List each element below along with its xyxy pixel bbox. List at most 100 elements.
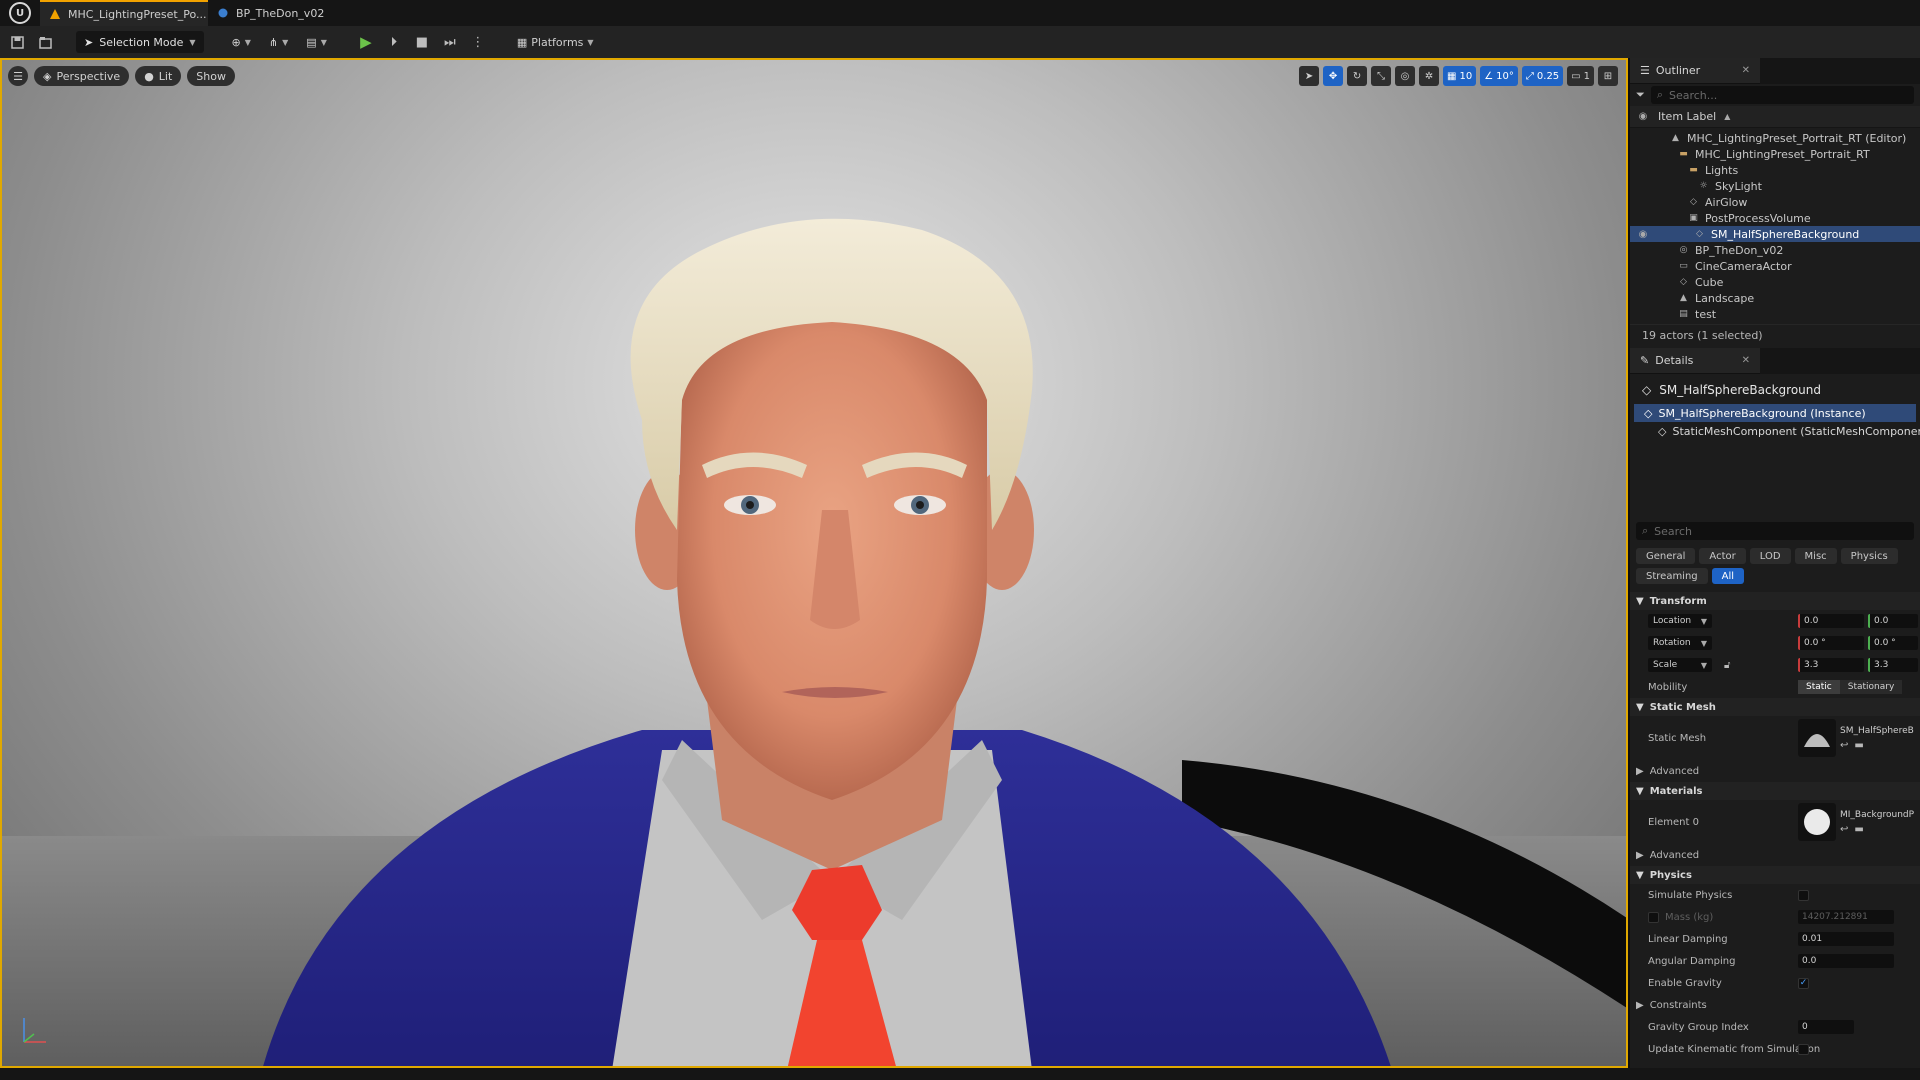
- mobility-static[interactable]: Static: [1798, 680, 1840, 694]
- gravity-group-field[interactable]: 0: [1798, 1020, 1854, 1034]
- angular-damping-field[interactable]: 0.0: [1798, 954, 1894, 968]
- list-item[interactable]: ▤ test: [1630, 306, 1920, 322]
- platforms-dropdown[interactable]: ▦ Platforms ▼: [511, 31, 600, 53]
- select-tool[interactable]: ➤: [1299, 66, 1320, 86]
- step-icon[interactable]: ⏵: [383, 31, 405, 53]
- camera-speed-button[interactable]: ▭ 1: [1567, 66, 1594, 86]
- scale-tool[interactable]: ⤡: [1371, 66, 1392, 86]
- surface-snap-toggle[interactable]: ✲: [1419, 66, 1440, 86]
- filter-icon[interactable]: ⏷: [1636, 88, 1645, 102]
- prop-constraints[interactable]: ▶ Constraints: [1630, 994, 1920, 1016]
- show-button[interactable]: Show: [187, 66, 235, 86]
- viewport-layout-button[interactable]: ⊞: [1598, 66, 1618, 86]
- selection-mode-dropdown[interactable]: ➤ Selection Mode ▼: [76, 31, 204, 53]
- static-mesh-thumbnail[interactable]: [1798, 719, 1836, 757]
- list-item[interactable]: ▬ MHC_LightingPreset_Portrait_RT: [1630, 146, 1920, 162]
- component-row-instance[interactable]: ◇ SM_HalfSphereBackground (Instance): [1634, 404, 1916, 422]
- eye-icon[interactable]: ◉: [1636, 229, 1650, 240]
- tab-lighting-preset[interactable]: MHC_LightingPreset_Po...: [40, 0, 208, 26]
- stop-icon[interactable]: ■: [411, 31, 433, 53]
- section-materials[interactable]: ▼ Materials: [1630, 782, 1920, 800]
- linear-damping-field[interactable]: 0.01: [1798, 932, 1894, 946]
- list-item[interactable]: ▭ CineCameraActor: [1630, 258, 1920, 274]
- prop-static-mesh-advanced[interactable]: ▶ Advanced: [1630, 760, 1920, 782]
- category-streaming[interactable]: Streaming: [1636, 568, 1708, 584]
- section-physics[interactable]: ▼ Physics: [1630, 866, 1920, 884]
- tab-bp-thedon[interactable]: BP_TheDon_v02: [208, 0, 348, 26]
- list-item[interactable]: ▲ Landscape: [1630, 290, 1920, 306]
- outliner-column-header[interactable]: ◉ Item Label ▲: [1630, 106, 1920, 128]
- mass-override-checkbox[interactable]: [1648, 911, 1659, 923]
- outliner-search-input[interactable]: ⌕ Search...: [1650, 86, 1914, 104]
- list-item[interactable]: ◎ BP_TheDon_v02: [1630, 242, 1920, 258]
- cinematics-dropdown[interactable]: ▤ ▼: [300, 31, 333, 53]
- scale-dropdown[interactable]: Scale ▼: [1648, 658, 1712, 672]
- browse-icon[interactable]: ↩: [1840, 824, 1848, 835]
- browse-icon[interactable]: ↩: [1840, 740, 1848, 751]
- rotation-dropdown[interactable]: Rotation ▼: [1648, 636, 1712, 650]
- content-browser-icon[interactable]: [34, 31, 56, 53]
- update-kinematic-checkbox[interactable]: [1798, 1043, 1809, 1055]
- chevron-down-icon: ▼: [1700, 616, 1707, 626]
- list-item[interactable]: ▣ PostProcessVolume: [1630, 210, 1920, 226]
- play-icon[interactable]: ▶: [355, 31, 377, 53]
- perspective-button[interactable]: ◈ Perspective: [34, 66, 130, 86]
- list-item[interactable]: ☼ SkyLight: [1630, 178, 1920, 194]
- rotation-snap-toggle[interactable]: ∠ 10°: [1480, 66, 1518, 86]
- rotation-y-field[interactable]: 0.0 °: [1868, 636, 1918, 650]
- scale-snap-icon: ⤢: [1525, 70, 1534, 82]
- world-local-toggle[interactable]: ◎: [1395, 66, 1416, 86]
- rotation-x-field[interactable]: 0.0 °: [1798, 636, 1864, 650]
- details-search-input[interactable]: ⌕ Search: [1636, 522, 1914, 540]
- material-thumbnail[interactable]: [1798, 803, 1836, 841]
- location-x-field[interactable]: 0.0: [1798, 614, 1864, 628]
- grid-snap-toggle[interactable]: ▦ 10: [1443, 66, 1477, 86]
- enable-gravity-checkbox[interactable]: ✓: [1798, 977, 1809, 989]
- prop-materials-advanced[interactable]: ▶ Advanced: [1630, 844, 1920, 866]
- category-general[interactable]: General: [1636, 548, 1696, 564]
- folder-icon[interactable]: ▬: [1854, 740, 1863, 751]
- simulate-physics-checkbox[interactable]: [1798, 889, 1809, 901]
- folder-icon[interactable]: ▬: [1854, 824, 1863, 835]
- list-item[interactable]: ▬ Lights: [1630, 162, 1920, 178]
- close-icon[interactable]: ✕: [1742, 355, 1750, 366]
- section-label: Physics: [1649, 869, 1692, 881]
- list-item[interactable]: ◇ AirGlow: [1630, 194, 1920, 210]
- rotate-tool[interactable]: ↻: [1347, 66, 1368, 86]
- mobility-stationary[interactable]: Stationary: [1839, 680, 1903, 694]
- list-item[interactable]: ◇ Cube: [1630, 274, 1920, 290]
- section-transform[interactable]: ▼ Transform: [1630, 592, 1920, 610]
- list-item[interactable]: ▲ MHC_LightingPreset_Portrait_RT (Editor): [1630, 130, 1920, 146]
- details-tab[interactable]: ✎ Details ✕: [1630, 348, 1760, 374]
- lit-button[interactable]: ● Lit: [135, 66, 182, 86]
- location-y-field[interactable]: 0.0: [1868, 614, 1918, 628]
- static-mesh-value[interactable]: SM_HalfSphereB: [1840, 726, 1914, 736]
- category-all[interactable]: All: [1711, 568, 1745, 584]
- close-icon[interactable]: ✕: [1742, 65, 1750, 76]
- more-options-icon[interactable]: ⋮: [467, 31, 489, 53]
- category-lod[interactable]: LOD: [1749, 548, 1791, 564]
- component-row-static-mesh[interactable]: ◇ StaticMeshComponent (StaticMeshCompone…: [1630, 422, 1920, 440]
- outliner-tab[interactable]: ☰ Outliner ✕: [1630, 58, 1760, 84]
- category-physics[interactable]: Physics: [1840, 548, 1898, 564]
- lock-icon[interactable]: 🔓︎: [1724, 660, 1730, 671]
- translate-tool[interactable]: ✥: [1323, 66, 1344, 86]
- save-icon[interactable]: [6, 31, 28, 53]
- viewport-menu-button[interactable]: ☰: [8, 66, 28, 86]
- section-static-mesh[interactable]: ▼ Static Mesh: [1630, 698, 1920, 716]
- list-item-selected[interactable]: ◉ ◇ SM_HalfSphereBackground: [1630, 226, 1920, 242]
- add-actor-dropdown[interactable]: ⊕ ▼: [226, 31, 257, 53]
- mass-field[interactable]: 14207.212891: [1798, 910, 1894, 924]
- scale-x-field[interactable]: 3.3: [1798, 658, 1864, 672]
- material-value[interactable]: MI_BackgroundP: [1840, 810, 1914, 820]
- location-dropdown[interactable]: Location ▼: [1648, 614, 1712, 628]
- scale-y-field[interactable]: 3.3: [1868, 658, 1918, 672]
- level-viewport[interactable]: ☰ ◈ Perspective ● Lit Show ➤ ✥ ↻ ⤡ ◎ ✲ ▦…: [0, 58, 1628, 1068]
- blueprint-dropdown[interactable]: ⋔ ▼: [263, 31, 294, 53]
- list-item-label: Cube: [1695, 275, 1724, 289]
- unreal-logo[interactable]: U: [0, 0, 40, 26]
- category-misc[interactable]: Misc: [1794, 548, 1837, 564]
- scale-snap-toggle[interactable]: ⤢ 0.25: [1521, 66, 1564, 86]
- eject-icon[interactable]: ⏭: [439, 31, 461, 53]
- category-actor[interactable]: Actor: [1699, 548, 1746, 564]
